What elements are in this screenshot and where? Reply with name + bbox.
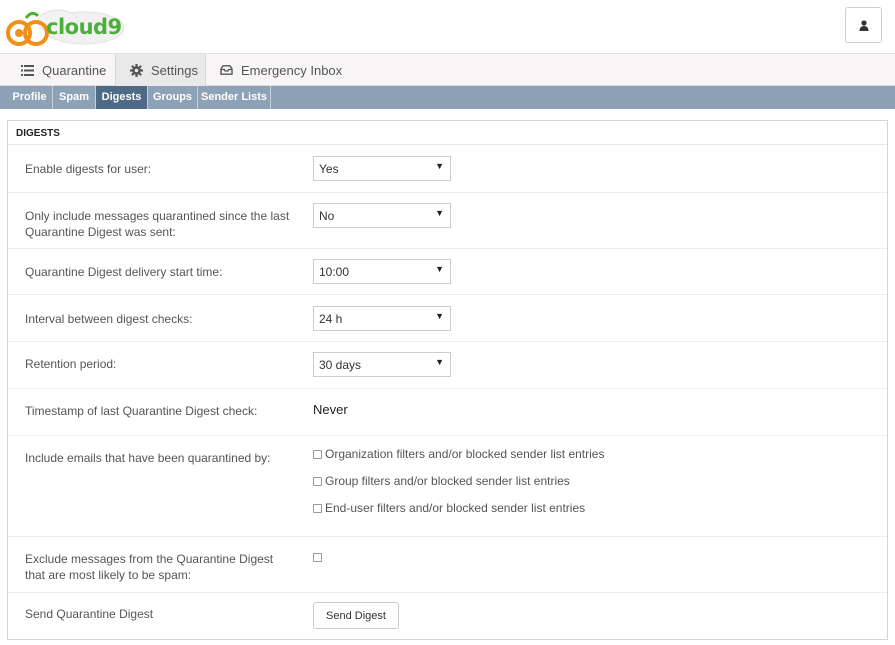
interval-row: Interval between digest checks: 24 h ▼	[8, 295, 887, 342]
tab-quarantine[interactable]: Quarantine	[7, 54, 115, 86]
cloud9-logo[interactable]: cloud9	[6, 6, 126, 50]
send-digest-button[interactable]: Send Digest	[313, 602, 399, 629]
end-user-filters-checkbox[interactable]	[313, 503, 322, 513]
timestamp-row: Timestamp of last Quarantine Digest chec…	[8, 389, 887, 436]
include-emails-row: Include emails that have been quarantine…	[8, 436, 887, 537]
inbox-icon	[220, 65, 233, 75]
include-org-filters-option[interactable]: Organization filters and/or blocked send…	[313, 447, 604, 461]
logo-text: cloud9	[46, 15, 122, 39]
select-value: 24 h	[319, 312, 343, 326]
subnav-groups[interactable]: Groups	[148, 86, 198, 109]
tab-label: Settings	[151, 62, 198, 78]
select-value: Yes	[319, 162, 339, 176]
settings-subnav: Profile Spam Digests Groups Sender Lists	[0, 86, 895, 109]
retention-row: Retention period: 30 days ▼	[8, 342, 887, 389]
org-filters-checkbox[interactable]	[313, 449, 322, 459]
include-emails-label: Include emails that have been quarantine…	[25, 451, 271, 465]
header: cloud9	[0, 0, 895, 54]
caret-down-icon: ▼	[435, 264, 444, 274]
exclude-spam-checkbox[interactable]	[313, 553, 322, 562]
tab-label: Quarantine	[42, 62, 107, 78]
group-filters-checkbox[interactable]	[313, 476, 322, 486]
only-include-select[interactable]: No ▼	[313, 203, 451, 228]
list-icon	[21, 64, 34, 76]
retention-label: Retention period:	[25, 357, 117, 371]
start-time-row: Quarantine Digest delivery start time: 1…	[8, 249, 887, 295]
enable-digests-select[interactable]: Yes ▼	[313, 156, 451, 181]
start-time-select[interactable]: 10:00 ▼	[313, 259, 451, 284]
subnav-digests[interactable]: Digests	[96, 86, 148, 109]
only-include-label: Only include messages quarantined since …	[25, 209, 290, 239]
retention-select[interactable]: 30 days ▼	[313, 352, 451, 377]
timestamp-label: Timestamp of last Quarantine Digest chec…	[25, 404, 258, 418]
user-menu-button[interactable]	[845, 7, 882, 43]
subnav-sender-lists[interactable]: Sender Lists	[198, 86, 271, 109]
only-include-row: Only include messages quarantined since …	[8, 193, 887, 249]
tab-emergency-inbox[interactable]: Emergency Inbox	[206, 54, 356, 86]
enable-digests-row: Enable digests for user: Yes ▼	[8, 146, 887, 193]
user-icon	[859, 19, 868, 31]
exclude-spam-label: Exclude messages from the Quarantine Dig…	[25, 552, 274, 582]
tab-label: Emergency Inbox	[241, 62, 343, 78]
option-label: Group filters and/or blocked sender list…	[325, 474, 570, 488]
interval-select[interactable]: 24 h ▼	[313, 306, 451, 331]
digests-panel: DIGESTS Enable digests for user: Yes ▼ O…	[7, 120, 888, 640]
tab-settings[interactable]: Settings	[115, 54, 206, 86]
start-time-label: Quarantine Digest delivery start time:	[25, 265, 223, 279]
subnav-profile[interactable]: Profile	[7, 86, 53, 109]
panel-title: DIGESTS	[8, 121, 887, 145]
caret-down-icon: ▼	[435, 208, 444, 218]
main-tabs: Quarantine Settings Emergency Inbox	[0, 54, 895, 86]
send-digest-label: Send Quarantine Digest	[25, 607, 154, 621]
exclude-spam-row: Exclude messages from the Quarantine Dig…	[8, 537, 887, 593]
caret-down-icon: ▼	[435, 357, 444, 367]
enable-digests-label: Enable digests for user:	[25, 162, 152, 176]
option-label: End-user filters and/or blocked sender l…	[325, 501, 586, 515]
select-value: 10:00	[319, 265, 350, 279]
gear-icon	[130, 63, 143, 77]
caret-down-icon: ▼	[435, 311, 444, 321]
send-digest-row: Send Quarantine Digest Send Digest	[8, 593, 887, 640]
include-end-user-filters-option[interactable]: End-user filters and/or blocked sender l…	[313, 501, 585, 515]
include-group-filters-option[interactable]: Group filters and/or blocked sender list…	[313, 474, 570, 488]
subnav-spam[interactable]: Spam	[53, 86, 96, 109]
option-label: Organization filters and/or blocked send…	[325, 447, 605, 461]
select-value: No	[319, 209, 335, 223]
timestamp-value: Never	[313, 402, 348, 417]
exclude-spam-option[interactable]	[313, 553, 325, 562]
caret-down-icon: ▼	[435, 161, 444, 171]
select-value: 30 days	[319, 358, 362, 372]
interval-label: Interval between digest checks:	[25, 312, 193, 326]
